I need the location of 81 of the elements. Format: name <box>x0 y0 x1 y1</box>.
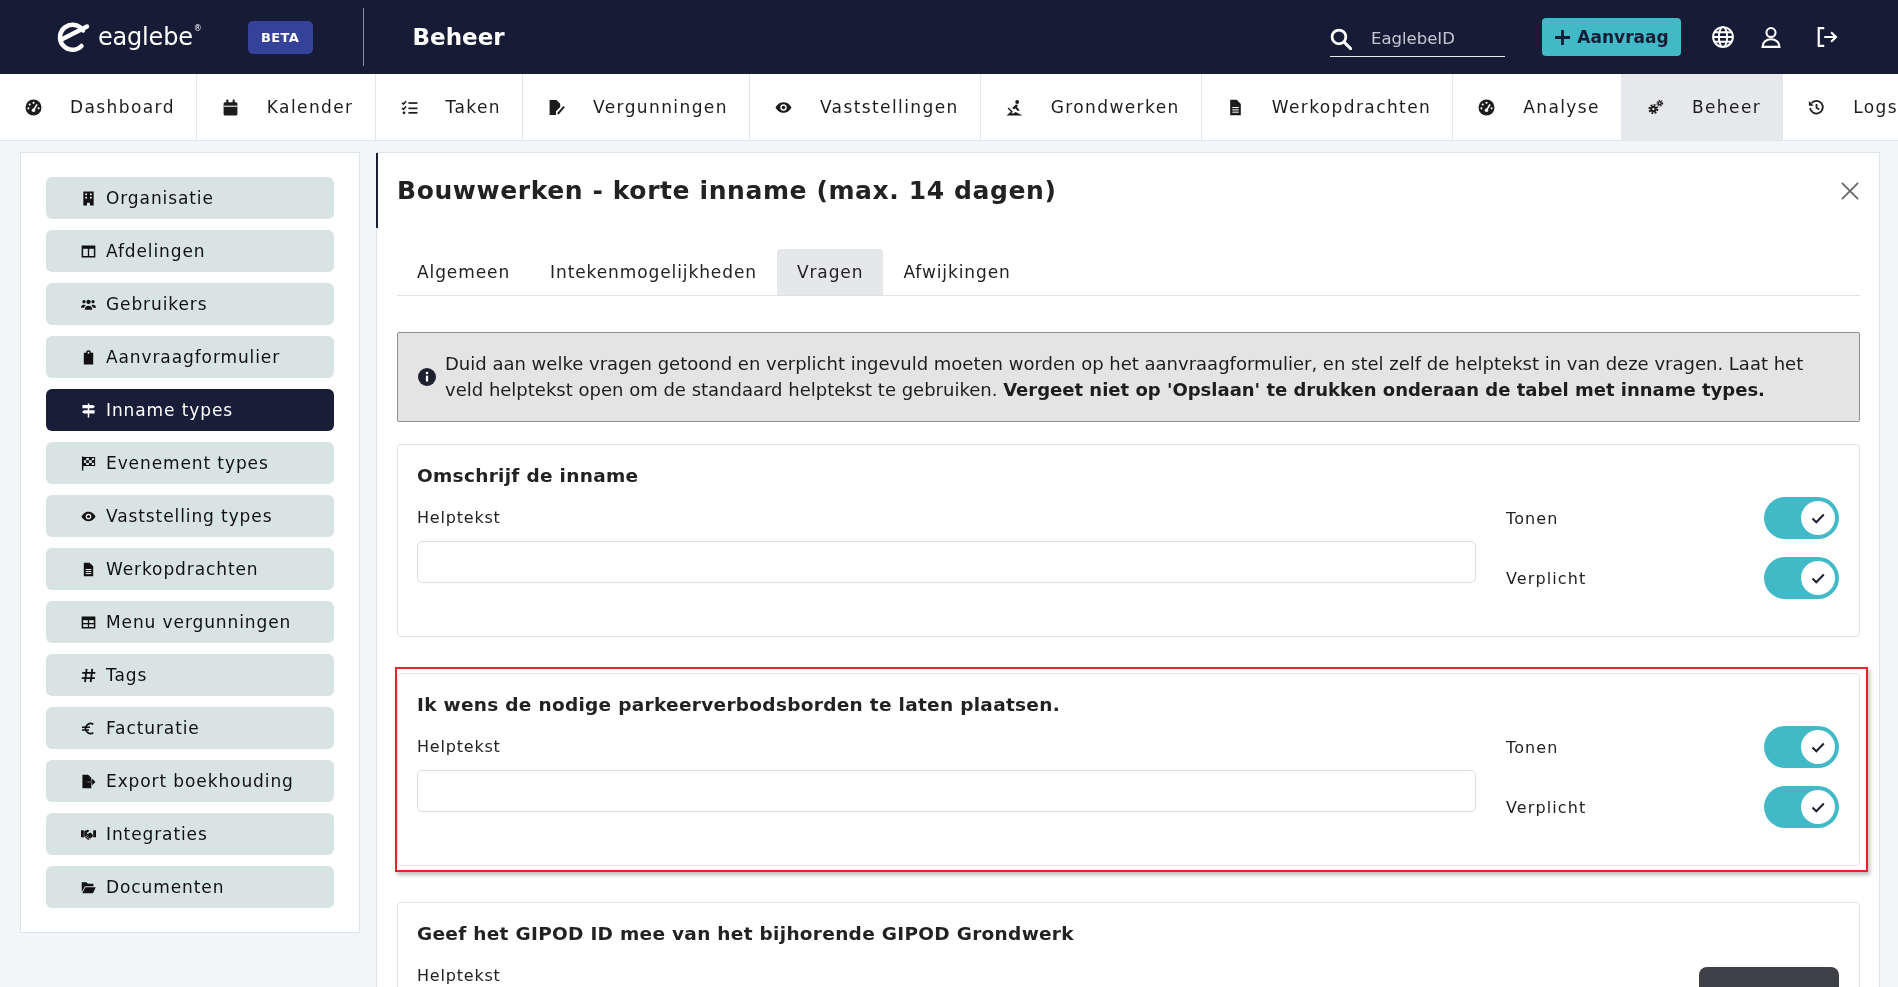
toggle-switch[interactable] <box>1764 726 1839 768</box>
gears-icon <box>1646 98 1664 116</box>
digging-worker-icon <box>1005 98 1023 116</box>
helptext-label: Helptekst <box>417 737 502 757</box>
nav-item[interactable]: Taken <box>375 74 523 140</box>
sidebar-item[interactable]: Integraties <box>46 813 334 855</box>
check-icon <box>1801 790 1835 824</box>
check-icon <box>1801 561 1835 595</box>
sidebar-item[interactable]: Afdelingen <box>46 230 334 272</box>
tab[interactable]: Intekenmogelijkheden <box>530 249 777 295</box>
new-request-button[interactable]: Aanvraag <box>1542 18 1681 56</box>
document-icon <box>81 561 96 577</box>
search-field[interactable]: EaglebeID <box>1330 21 1505 57</box>
sidebar-item[interactable]: Facturatie <box>46 707 334 749</box>
toggle-label: Tonen <box>1506 508 1559 528</box>
toggle-label: Verplicht <box>1506 797 1587 817</box>
nav-item[interactable]: Logs <box>1783 74 1898 140</box>
page-title: Beheer <box>412 24 505 50</box>
dialog-title: Bouwwerken - korte inname (max. 14 dagen) <box>397 176 1057 205</box>
nav-item[interactable]: Werkopdrachten <box>1201 74 1454 140</box>
toggle-label: Verplicht <box>1506 568 1587 588</box>
nav-item[interactable]: Grondwerken <box>980 74 1202 140</box>
beta-badge: BETA <box>247 20 313 54</box>
nav-item[interactable]: Beheer <box>1621 74 1784 140</box>
toggle-label: Tonen <box>1506 737 1559 757</box>
question-title: Ik wens de nodige parkeerverbodsborden te laten plaatsen. <box>417 693 1061 717</box>
sidebar-item[interactable]: Evenement types <box>46 442 334 484</box>
signed-document-icon <box>548 98 565 116</box>
sidebar-item[interactable]: Documenten <box>46 866 334 908</box>
logo-text: eaglebe$^{®}$ <box>98 23 202 51</box>
history-icon <box>1808 98 1826 116</box>
question-title: Geef het GIPOD ID mee van het bijhorende GIPOD Grondwerk <box>417 922 1075 946</box>
sidebar-item[interactable]: Werkopdrachten <box>46 548 334 590</box>
nav-item[interactable]: Analyse <box>1453 74 1622 140</box>
user-icon[interactable] <box>1760 26 1782 48</box>
nav-item[interactable]: Kalender <box>196 74 376 140</box>
hashtag-icon <box>81 667 96 683</box>
toggle-switch[interactable] <box>1764 786 1839 828</box>
helptext-input[interactable] <box>417 541 1476 583</box>
plus-icon <box>1554 28 1572 46</box>
folder-icon <box>81 879 96 895</box>
signpost-icon <box>81 402 96 418</box>
logout-icon[interactable] <box>1816 26 1838 48</box>
search-icon <box>1330 28 1352 50</box>
gauge-icon <box>1478 98 1496 116</box>
check-icon <box>1801 730 1835 764</box>
tab[interactable]: Algemeen <box>397 249 531 295</box>
columns-icon <box>81 243 96 259</box>
question-title: Omschrijf de inname <box>417 464 640 488</box>
calendar-icon <box>221 98 239 116</box>
globe-icon[interactable] <box>1712 26 1734 48</box>
helptext-input[interactable] <box>417 770 1476 812</box>
tab[interactable]: Vragen <box>776 249 884 295</box>
toggle-switch[interactable] <box>1764 497 1839 539</box>
euro-icon <box>81 720 96 736</box>
sidebar-item[interactable]: Vaststelling types <box>46 495 334 537</box>
sidebar-item[interactable]: Export boekhouding <box>46 760 334 802</box>
file-export-icon <box>81 773 96 789</box>
sidebar-item[interactable]: Inname types <box>46 389 334 431</box>
sidebar-item[interactable]: Organisatie <box>46 177 334 219</box>
sidebar-item[interactable]: Aanvraagformulier <box>46 336 334 378</box>
info-text: Duid aan welke vragen getoond en verplicht ingevuld moeten worden op het aanvraagformulier, en stel zelf de helptekst in van deze vragen. Laat het veld helptekst open om de standaard helptekst te gebruiken. Vergeet niet op 'Opslaan' te drukken onderaan de tabel met inname types. <box>445 352 1805 402</box>
nav-item[interactable]: Vergunningen <box>523 74 750 140</box>
nav-item[interactable]: Dashboard <box>0 74 197 140</box>
checkered-flag-icon <box>81 455 96 471</box>
toggle-switch[interactable] <box>1764 557 1839 599</box>
checklist-icon <box>400 98 418 116</box>
tab[interactable]: Afwijkingen <box>883 249 1031 295</box>
sidebar-item[interactable]: Gebruikers <box>46 283 334 325</box>
table-icon <box>81 614 96 630</box>
nav-item[interactable]: Vaststellingen <box>749 74 981 140</box>
clipboard-icon <box>81 349 96 365</box>
close-icon[interactable] <box>1840 180 1860 201</box>
info-icon <box>418 368 436 386</box>
check-icon <box>1801 501 1835 535</box>
helptext-label: Helptekst <box>417 966 502 986</box>
gauge-icon <box>25 98 42 116</box>
building-icon <box>81 190 96 206</box>
sidebar-item[interactable]: Tags <box>46 654 334 696</box>
helptext-label: Helptekst <box>417 508 502 528</box>
sidebar-item[interactable]: Menu vergunningen <box>46 601 334 643</box>
